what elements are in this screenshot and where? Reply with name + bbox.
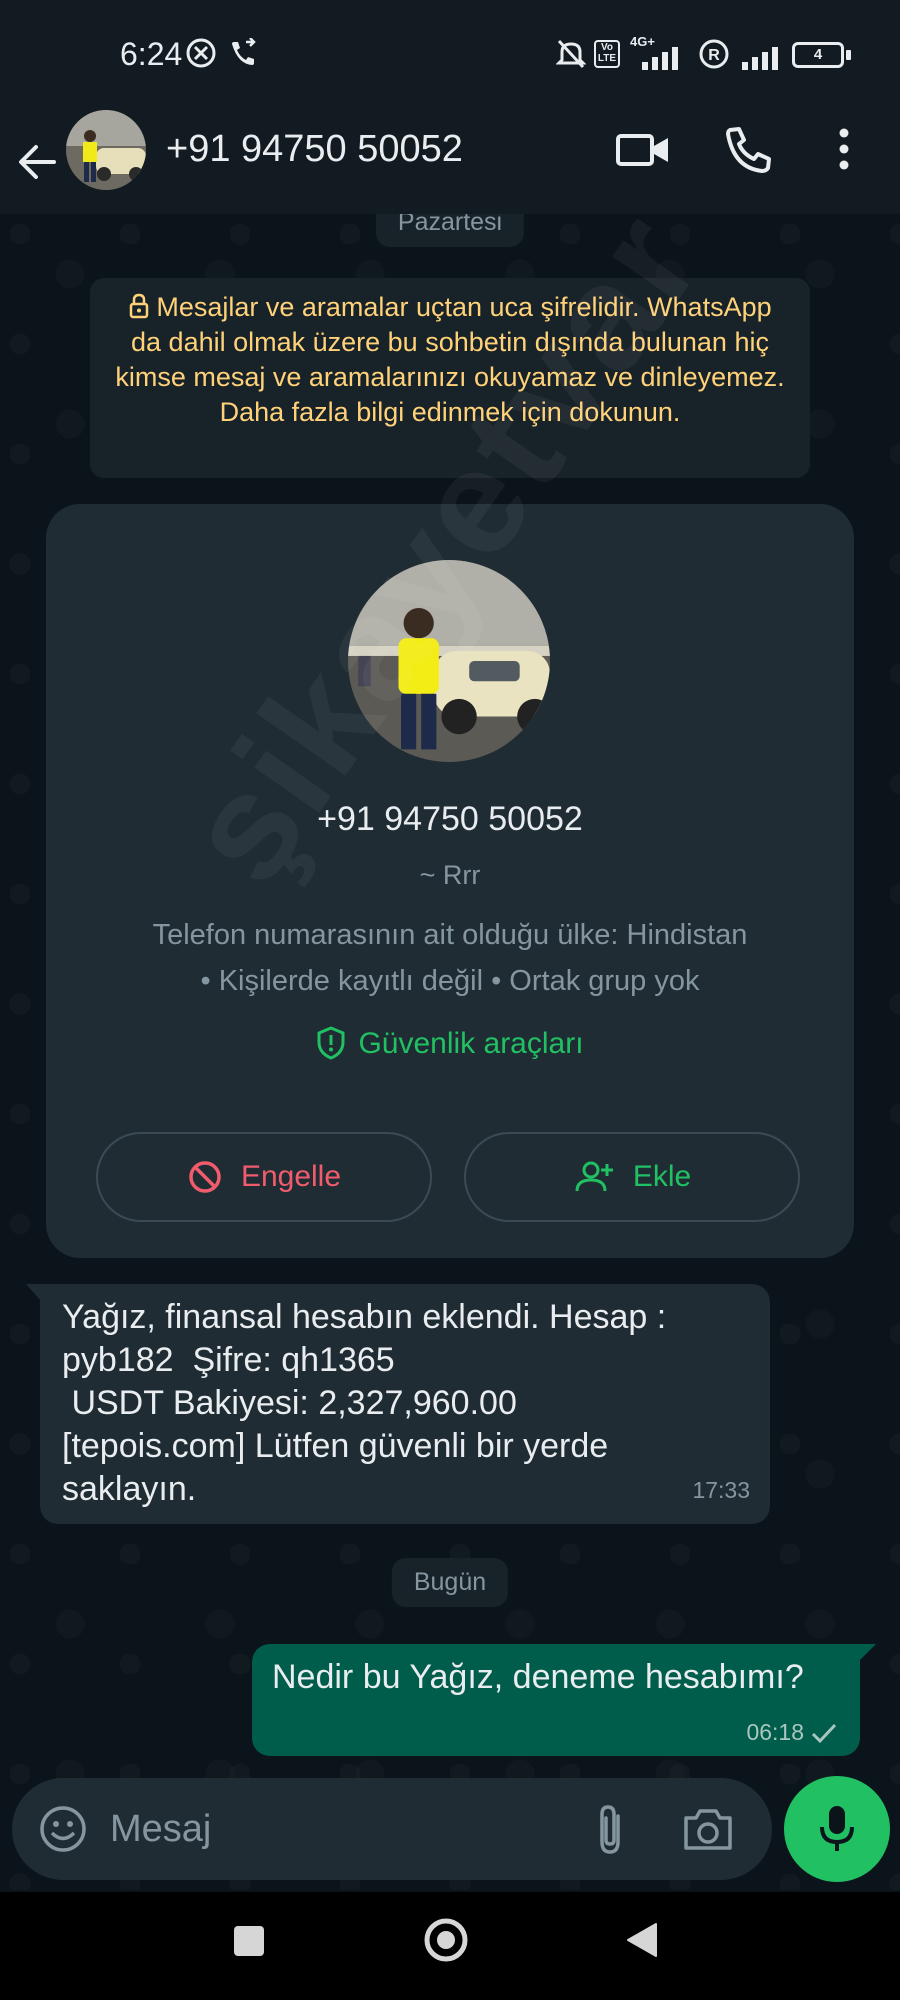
security-tools-link[interactable]: Güvenlik araçları	[46, 1026, 854, 1061]
message-input[interactable]	[110, 1796, 570, 1862]
voice-call-icon[interactable]	[722, 124, 774, 176]
add-contact-button[interactable]: Ekle	[464, 1132, 800, 1222]
video-call-icon[interactable]	[614, 128, 674, 172]
outgoing-message-time: 06:18	[746, 1719, 804, 1745]
block-button[interactable]: Engelle	[96, 1132, 432, 1222]
encryption-notice-text: Mesajlar ve aramalar uçtan uca şifrelidi…	[115, 292, 785, 427]
card-contact-status: • Kişilerde kayıtlı değil • Ortak grup y…	[200, 965, 700, 997]
message-line: Yağız, finansal hesabın eklendi. Hesap :	[62, 1298, 667, 1336]
block-label: Engelle	[240, 1160, 342, 1193]
roaming-icon: R	[699, 39, 729, 69]
back-nav-icon[interactable]	[624, 1920, 660, 1960]
signal-strength-icon	[642, 47, 678, 70]
signal-strength-2-icon	[742, 47, 778, 70]
system-nav-bar	[0, 1892, 900, 2000]
battery-icon: 4	[792, 42, 844, 68]
date-chip-today: Bugün	[391, 1558, 509, 1607]
status-bar: 6:24 Vo LTE 4G+ R 4	[0, 0, 900, 110]
home-icon[interactable]	[422, 1916, 470, 1964]
message-line: USDT Bakiyesi: 2,327,960.00	[62, 1384, 517, 1422]
incoming-message-bubble[interactable]: Yağız, finansal hesabın eklendi. Hesap :…	[26, 1284, 770, 1524]
card-info: Telefon numarasının ait olduğu ülke: Hin…	[86, 912, 814, 1004]
back-arrow-icon[interactable]	[14, 132, 66, 192]
recents-icon[interactable]	[232, 1924, 266, 1958]
card-country-info: Telefon numarasının ait olduğu ülke: Hin…	[152, 919, 748, 951]
sent-check-icon	[811, 1723, 837, 1744]
voice-message-button[interactable]	[784, 1776, 890, 1882]
contact-info-card: +91 94750 50052 ~ Rrr Telefon numarasını…	[46, 504, 854, 1258]
microphone-icon	[820, 1806, 854, 1851]
message-line: [tepois.com] Lütfen güvenli bir yerde	[62, 1427, 609, 1465]
message-line: pyb182 Şifre: qh1365	[62, 1341, 395, 1379]
security-tools-label: Güvenlik araçları	[358, 1027, 584, 1060]
lock-icon	[130, 293, 149, 319]
incoming-message-time: 17:33	[692, 1477, 750, 1503]
status-time: 6:24	[120, 36, 183, 72]
encryption-notice[interactable]: Mesajlar ve aramalar uçtan uca şifrelidi…	[90, 278, 810, 478]
chat-area[interactable]: Pazartesi Mesajlar ve aramalar uçtan uca…	[0, 214, 900, 1890]
outgoing-message-meta: 06:18	[746, 1719, 838, 1746]
contact-title[interactable]: +91 94750 50052	[166, 128, 463, 171]
notification-cancel-icon	[186, 38, 216, 68]
battery-tip	[846, 50, 851, 60]
date-chip-monday: Pazartesi	[375, 214, 525, 247]
shield-icon	[317, 1026, 345, 1060]
svg-text:R: R	[708, 47, 720, 64]
message-line: saklayın.	[62, 1470, 197, 1508]
card-phone-number: +91 94750 50052	[317, 800, 583, 838]
volte-badge: Vo LTE	[594, 40, 620, 68]
emoji-icon[interactable]	[38, 1804, 88, 1854]
contact-profile-photo[interactable]	[348, 560, 550, 762]
bubble-tail	[858, 1644, 876, 1662]
more-options-icon[interactable]	[832, 126, 856, 172]
mute-bell-icon	[556, 39, 586, 69]
add-person-icon	[575, 1161, 613, 1192]
card-push-name: ~ Rrr	[419, 860, 481, 890]
outgoing-message-text: Nedir bu Yağız, deneme hesabımı?	[272, 1658, 804, 1696]
camera-icon[interactable]	[680, 1804, 736, 1854]
contact-avatar[interactable]	[66, 110, 146, 190]
call-forward-icon	[232, 38, 256, 65]
outgoing-message-bubble[interactable]: Nedir bu Yağız, deneme hesabımı? 06:18	[252, 1644, 876, 1756]
block-icon	[189, 1161, 221, 1193]
add-contact-label: Ekle	[632, 1160, 692, 1193]
attach-icon[interactable]	[590, 1802, 630, 1858]
bubble-tail	[26, 1284, 42, 1302]
message-composer	[12, 1778, 772, 1880]
